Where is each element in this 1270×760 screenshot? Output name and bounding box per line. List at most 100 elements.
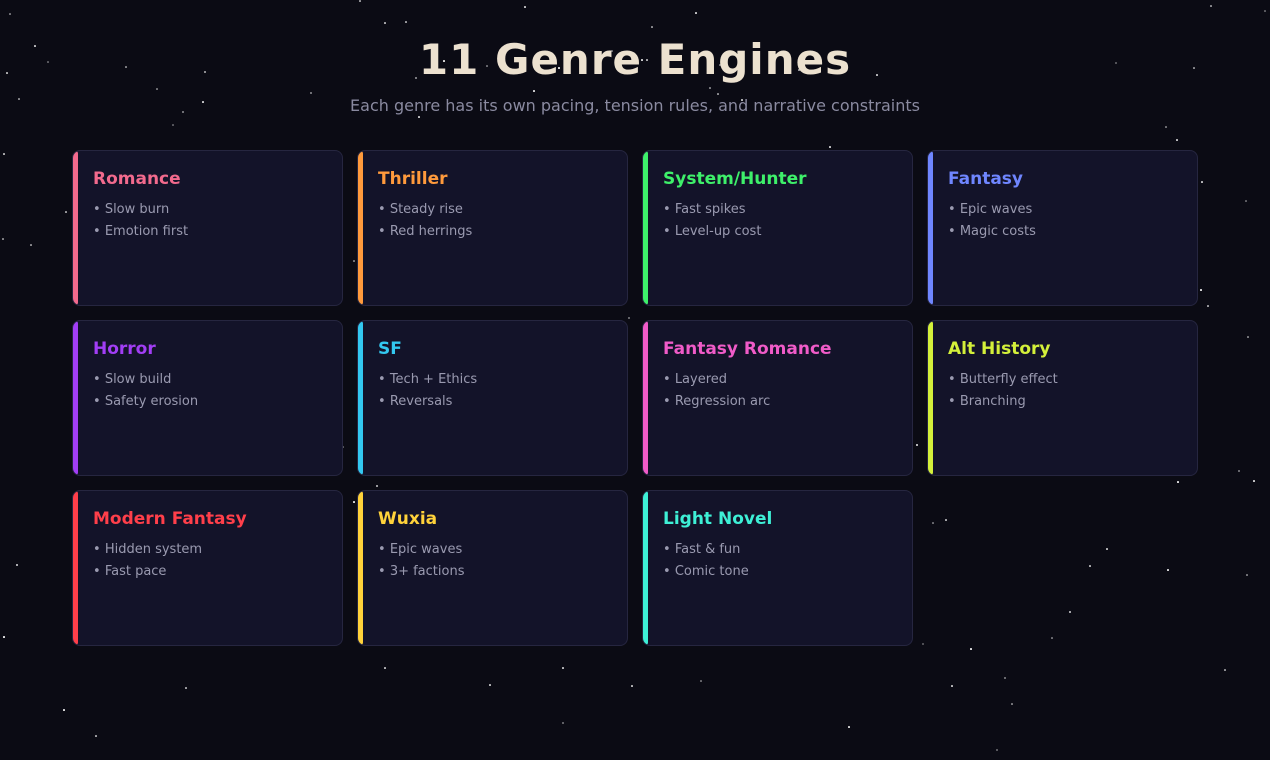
- star: [1201, 181, 1203, 183]
- trait-item: Level-up cost: [663, 221, 762, 243]
- genre-card-modern-fantasy: Modern Fantasy Hidden system Fast pace: [72, 490, 343, 646]
- star: [172, 124, 174, 126]
- card-accent-bar: [928, 151, 933, 305]
- genre-card-thriller: Thriller Steady rise Red herrings: [357, 150, 628, 306]
- star: [700, 680, 702, 682]
- star: [709, 87, 711, 89]
- genre-name: Wuxia: [378, 509, 438, 529]
- trait-item: Red herrings: [378, 221, 472, 243]
- star: [651, 26, 653, 28]
- card-accent-bar: [358, 491, 363, 645]
- trait-list: Layered Regression arc: [663, 369, 770, 413]
- trait-list: Tech + Ethics Reversals: [378, 369, 477, 413]
- genre-name: Romance: [93, 169, 181, 189]
- star: [418, 116, 420, 118]
- trait-item: Butterfly effect: [948, 369, 1058, 391]
- star: [1165, 126, 1167, 128]
- star: [384, 22, 386, 24]
- star: [695, 12, 697, 14]
- trait-item: Comic tone: [663, 561, 749, 583]
- genre-name: Thriller: [378, 169, 448, 189]
- star: [9, 13, 11, 15]
- genre-card-system-hunter: System/Hunter Fast spikes Level-up cost: [642, 150, 913, 306]
- trait-item: Slow build: [93, 369, 198, 391]
- genre-name: Modern Fantasy: [93, 509, 247, 529]
- genre-card-fantasy: Fantasy Epic waves Magic costs: [927, 150, 1198, 306]
- trait-item: Reversals: [378, 391, 477, 413]
- page-subtitle: Each genre has its own pacing, tension r…: [350, 96, 920, 115]
- star: [16, 564, 18, 566]
- star: [1011, 703, 1013, 705]
- trait-list: Epic waves 3+ factions: [378, 539, 465, 583]
- trait-list: Slow burn Emotion first: [93, 199, 188, 243]
- genre-name: Fantasy Romance: [663, 339, 832, 359]
- genre-card-fantasy-romance: Fantasy Romance Layered Regression arc: [642, 320, 913, 476]
- card-accent-bar: [358, 151, 363, 305]
- page-title: 11 Genre Engines: [418, 35, 852, 84]
- genre-card-romance: Romance Slow burn Emotion first: [72, 150, 343, 306]
- trait-item: Hidden system: [93, 539, 202, 561]
- trait-item: Branching: [948, 391, 1058, 413]
- star: [717, 93, 719, 95]
- star: [405, 21, 407, 23]
- star: [848, 726, 850, 728]
- star: [156, 88, 158, 90]
- star: [2, 238, 4, 240]
- star: [1210, 5, 1212, 7]
- star: [359, 0, 361, 2]
- genre-grid: Romance Slow burn Emotion first Thriller…: [72, 150, 1198, 646]
- trait-item: Fast spikes: [663, 199, 761, 221]
- card-accent-bar: [643, 321, 648, 475]
- genre-name: SF: [378, 339, 402, 359]
- trait-item: Steady rise: [378, 199, 472, 221]
- star: [65, 211, 67, 213]
- star: [631, 685, 633, 687]
- genre-name: Fantasy: [948, 169, 1023, 189]
- trait-item: Epic waves: [378, 539, 464, 561]
- star: [3, 636, 5, 638]
- genre-card-sf: SF Tech + Ethics Reversals: [357, 320, 628, 476]
- star: [1246, 574, 1248, 576]
- star: [1247, 336, 1249, 338]
- genre-name: Horror: [93, 339, 156, 359]
- star: [310, 92, 312, 94]
- trait-item: Fast & fun: [663, 539, 749, 561]
- trait-item: Layered: [663, 369, 770, 391]
- star: [1253, 480, 1255, 482]
- card-accent-bar: [928, 321, 933, 475]
- star: [970, 648, 972, 650]
- card-accent-bar: [73, 321, 78, 475]
- star: [384, 667, 386, 669]
- star: [829, 146, 831, 148]
- trait-item: Regression arc: [663, 391, 770, 413]
- trait-item: 3+ factions: [378, 561, 465, 583]
- trait-list: Slow build Safety erosion: [93, 369, 198, 413]
- genre-name: System/Hunter: [663, 169, 807, 189]
- trait-item: Epic waves: [948, 199, 1036, 221]
- trait-list: Fast & fun Comic tone: [663, 539, 749, 583]
- genre-card-light-novel: Light Novel Fast & fun Comic tone: [642, 490, 913, 646]
- star: [1004, 677, 1006, 679]
- star: [1224, 669, 1226, 671]
- star: [95, 735, 97, 737]
- star: [489, 684, 491, 686]
- trait-list: Butterfly effect Branching: [948, 369, 1058, 413]
- trait-item: Fast pace: [93, 561, 202, 583]
- trait-list: Steady rise Red herrings: [378, 199, 472, 243]
- star: [524, 6, 526, 8]
- star: [63, 709, 65, 711]
- trait-list: Fast spikes Level-up cost: [663, 199, 762, 243]
- star: [1200, 289, 1202, 291]
- trait-item: Magic costs: [948, 221, 1036, 243]
- star: [1245, 200, 1247, 202]
- genre-card-wuxia: Wuxia Epic waves 3+ factions: [357, 490, 628, 646]
- star: [1207, 305, 1209, 307]
- genre-card-horror: Horror Slow build Safety erosion: [72, 320, 343, 476]
- card-accent-bar: [73, 491, 78, 645]
- star: [185, 687, 187, 689]
- star: [30, 244, 32, 246]
- star: [996, 749, 998, 751]
- star: [562, 722, 564, 724]
- card-accent-bar: [73, 151, 78, 305]
- star: [1264, 10, 1266, 12]
